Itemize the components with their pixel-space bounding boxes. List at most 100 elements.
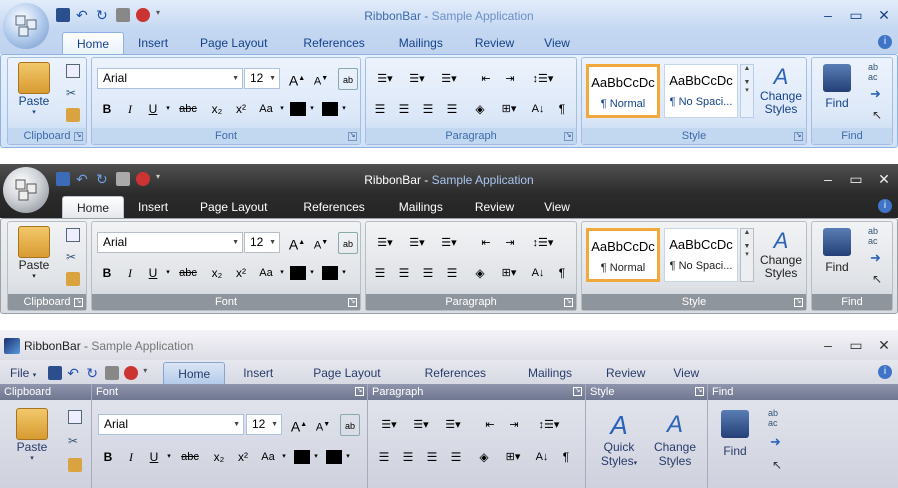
borders-button[interactable]: ⊞▾ — [494, 98, 524, 120]
align-right-button[interactable]: ☰ — [418, 262, 438, 284]
style-no-spacing[interactable]: AaBbCcDc ¶ No Spaci... — [664, 228, 738, 282]
highlight-color-button[interactable] — [290, 102, 306, 116]
superscript-button[interactable]: x² — [230, 262, 252, 284]
clear-formatting-button[interactable]: ab — [338, 68, 358, 90]
application-orb-button[interactable] — [3, 167, 49, 213]
italic-button[interactable]: I — [120, 262, 140, 284]
font-launcher-icon[interactable]: ↘ — [348, 132, 357, 141]
replace-icon[interactable]: ab ac — [768, 408, 778, 428]
font-color-dropdown-icon[interactable]: ▾ — [344, 446, 352, 468]
format-painter-icon[interactable] — [66, 272, 80, 286]
decrease-indent-button[interactable]: ⇤ — [476, 68, 496, 90]
align-right-button[interactable]: ☰ — [418, 98, 438, 120]
customize-qat-chevron-icon[interactable]: ▾ — [143, 366, 157, 380]
cut-icon[interactable]: ✂ — [68, 434, 82, 448]
tab-review[interactable]: Review — [459, 32, 530, 54]
style-no-spacing[interactable]: AaBbCcDc ¶ No Spaci... — [664, 64, 738, 118]
tab-insert[interactable]: Insert — [124, 196, 182, 218]
font-color-dropdown-icon[interactable]: ▾ — [340, 262, 348, 284]
increase-indent-button[interactable]: ⇥ — [504, 414, 524, 436]
tab-view[interactable]: View — [530, 32, 584, 54]
underline-button[interactable]: U — [144, 446, 164, 468]
multilevel-list-button[interactable]: ☰▾ — [434, 68, 464, 90]
tab-review[interactable]: Review — [459, 196, 530, 218]
font-size-combo[interactable]: 12 ▼ — [246, 414, 282, 435]
numbering-button[interactable]: ☰▾ — [402, 68, 432, 90]
copy-icon[interactable] — [66, 64, 80, 78]
minimize-button[interactable]: – — [814, 168, 842, 190]
change-case-dropdown-icon[interactable]: ▾ — [278, 98, 286, 120]
tab-home[interactable]: Home — [163, 362, 226, 384]
line-spacing-button[interactable]: ↕☰▾ — [526, 232, 560, 254]
change-case-button[interactable]: Aa — [256, 446, 280, 468]
tab-view[interactable]: View — [530, 196, 584, 218]
style-normal[interactable]: AaBbCcDc ¶ Normal — [586, 228, 660, 282]
align-center-button[interactable]: ☰ — [394, 262, 414, 284]
borders-button[interactable]: ⊞▾ — [498, 446, 528, 468]
shading-icon[interactable]: ◈ — [474, 446, 494, 468]
maximize-button[interactable]: ▭ — [842, 4, 870, 26]
align-left-button[interactable]: ☰ — [374, 446, 394, 468]
save-icon[interactable] — [48, 366, 63, 380]
format-painter-icon[interactable] — [66, 108, 80, 122]
decrease-indent-button[interactable]: ⇤ — [480, 414, 500, 436]
align-left-button[interactable]: ☰ — [370, 262, 390, 284]
align-center-button[interactable]: ☰ — [398, 446, 418, 468]
underline-dropdown-icon[interactable]: ▾ — [163, 98, 173, 120]
font-size-combo[interactable]: 12 ▼ — [244, 232, 280, 253]
bold-button[interactable]: B — [97, 98, 117, 120]
font-color-button[interactable] — [326, 450, 342, 464]
tab-home[interactable]: Home — [62, 196, 125, 218]
multilevel-list-button[interactable]: ☰▾ — [434, 232, 464, 254]
tab-review[interactable]: Review — [592, 362, 659, 384]
paste-button[interactable]: Paste ▾ — [10, 408, 54, 462]
tab-mailings[interactable]: Mailings — [383, 32, 459, 54]
find-button[interactable]: Find — [816, 228, 858, 274]
tab-view[interactable]: View — [659, 362, 713, 384]
style-launcher-icon[interactable]: ↘ — [695, 387, 704, 396]
tab-mailings[interactable]: Mailings — [508, 362, 592, 384]
maximize-button[interactable]: ▭ — [842, 334, 870, 356]
goto-arrow-icon[interactable]: ➜ — [870, 86, 881, 102]
show-formatting-button[interactable]: ¶ — [552, 262, 572, 284]
font-name-combo[interactable]: Arial ▼ — [98, 414, 244, 435]
change-case-dropdown-icon[interactable]: ▾ — [278, 262, 286, 284]
styles-gallery-scroll[interactable]: ▲ ▼ ▾ — [740, 64, 754, 118]
tab-page-layout[interactable]: Page Layout — [182, 32, 285, 54]
line-spacing-button[interactable]: ↕☰▾ — [526, 68, 560, 90]
tab-insert[interactable]: Insert — [124, 32, 182, 54]
show-formatting-button[interactable]: ¶ — [556, 446, 576, 468]
clipboard-launcher-icon[interactable]: ↘ — [74, 298, 83, 307]
highlight-color-button[interactable] — [290, 266, 306, 280]
tab-references[interactable]: References — [285, 196, 382, 218]
shrink-font-button[interactable]: A▼ — [310, 68, 332, 90]
ribbon-award-icon[interactable] — [124, 366, 139, 380]
print-icon[interactable] — [105, 366, 120, 380]
bullets-button[interactable]: ☰▾ — [374, 414, 404, 436]
font-color-dropdown-icon[interactable]: ▾ — [340, 98, 348, 120]
highlight-color-button[interactable] — [294, 450, 310, 464]
find-button[interactable]: Find — [816, 64, 858, 110]
application-orb-button[interactable] — [3, 3, 49, 49]
underline-dropdown-icon[interactable]: ▾ — [164, 446, 174, 468]
sort-button[interactable]: A↓ — [532, 446, 552, 468]
change-case-dropdown-icon[interactable]: ▾ — [280, 446, 288, 468]
clear-formatting-button[interactable]: ab — [338, 232, 358, 254]
italic-button[interactable]: I — [121, 446, 141, 468]
close-button[interactable]: ✕ — [870, 334, 898, 356]
clear-formatting-button[interactable]: ab — [340, 414, 360, 436]
tab-page-layout[interactable]: Page Layout — [182, 196, 285, 218]
tab-mailings[interactable]: Mailings — [383, 196, 459, 218]
file-menu-button[interactable]: File ▾ — [4, 362, 42, 384]
tab-references[interactable]: References — [285, 32, 382, 54]
underline-dropdown-icon[interactable]: ▾ — [163, 262, 173, 284]
paragraph-launcher-icon[interactable]: ↘ — [564, 298, 573, 307]
minimize-button[interactable]: – — [814, 334, 842, 356]
font-launcher-icon[interactable]: ↘ — [355, 387, 364, 396]
highlight-dropdown-icon[interactable]: ▾ — [308, 98, 316, 120]
maximize-button[interactable]: ▭ — [842, 168, 870, 190]
paste-button[interactable]: Paste ▾ — [12, 62, 56, 116]
replace-icon[interactable]: ab ac — [868, 62, 878, 82]
select-cursor-icon[interactable]: ↖ — [872, 108, 882, 122]
bold-button[interactable]: B — [97, 262, 117, 284]
